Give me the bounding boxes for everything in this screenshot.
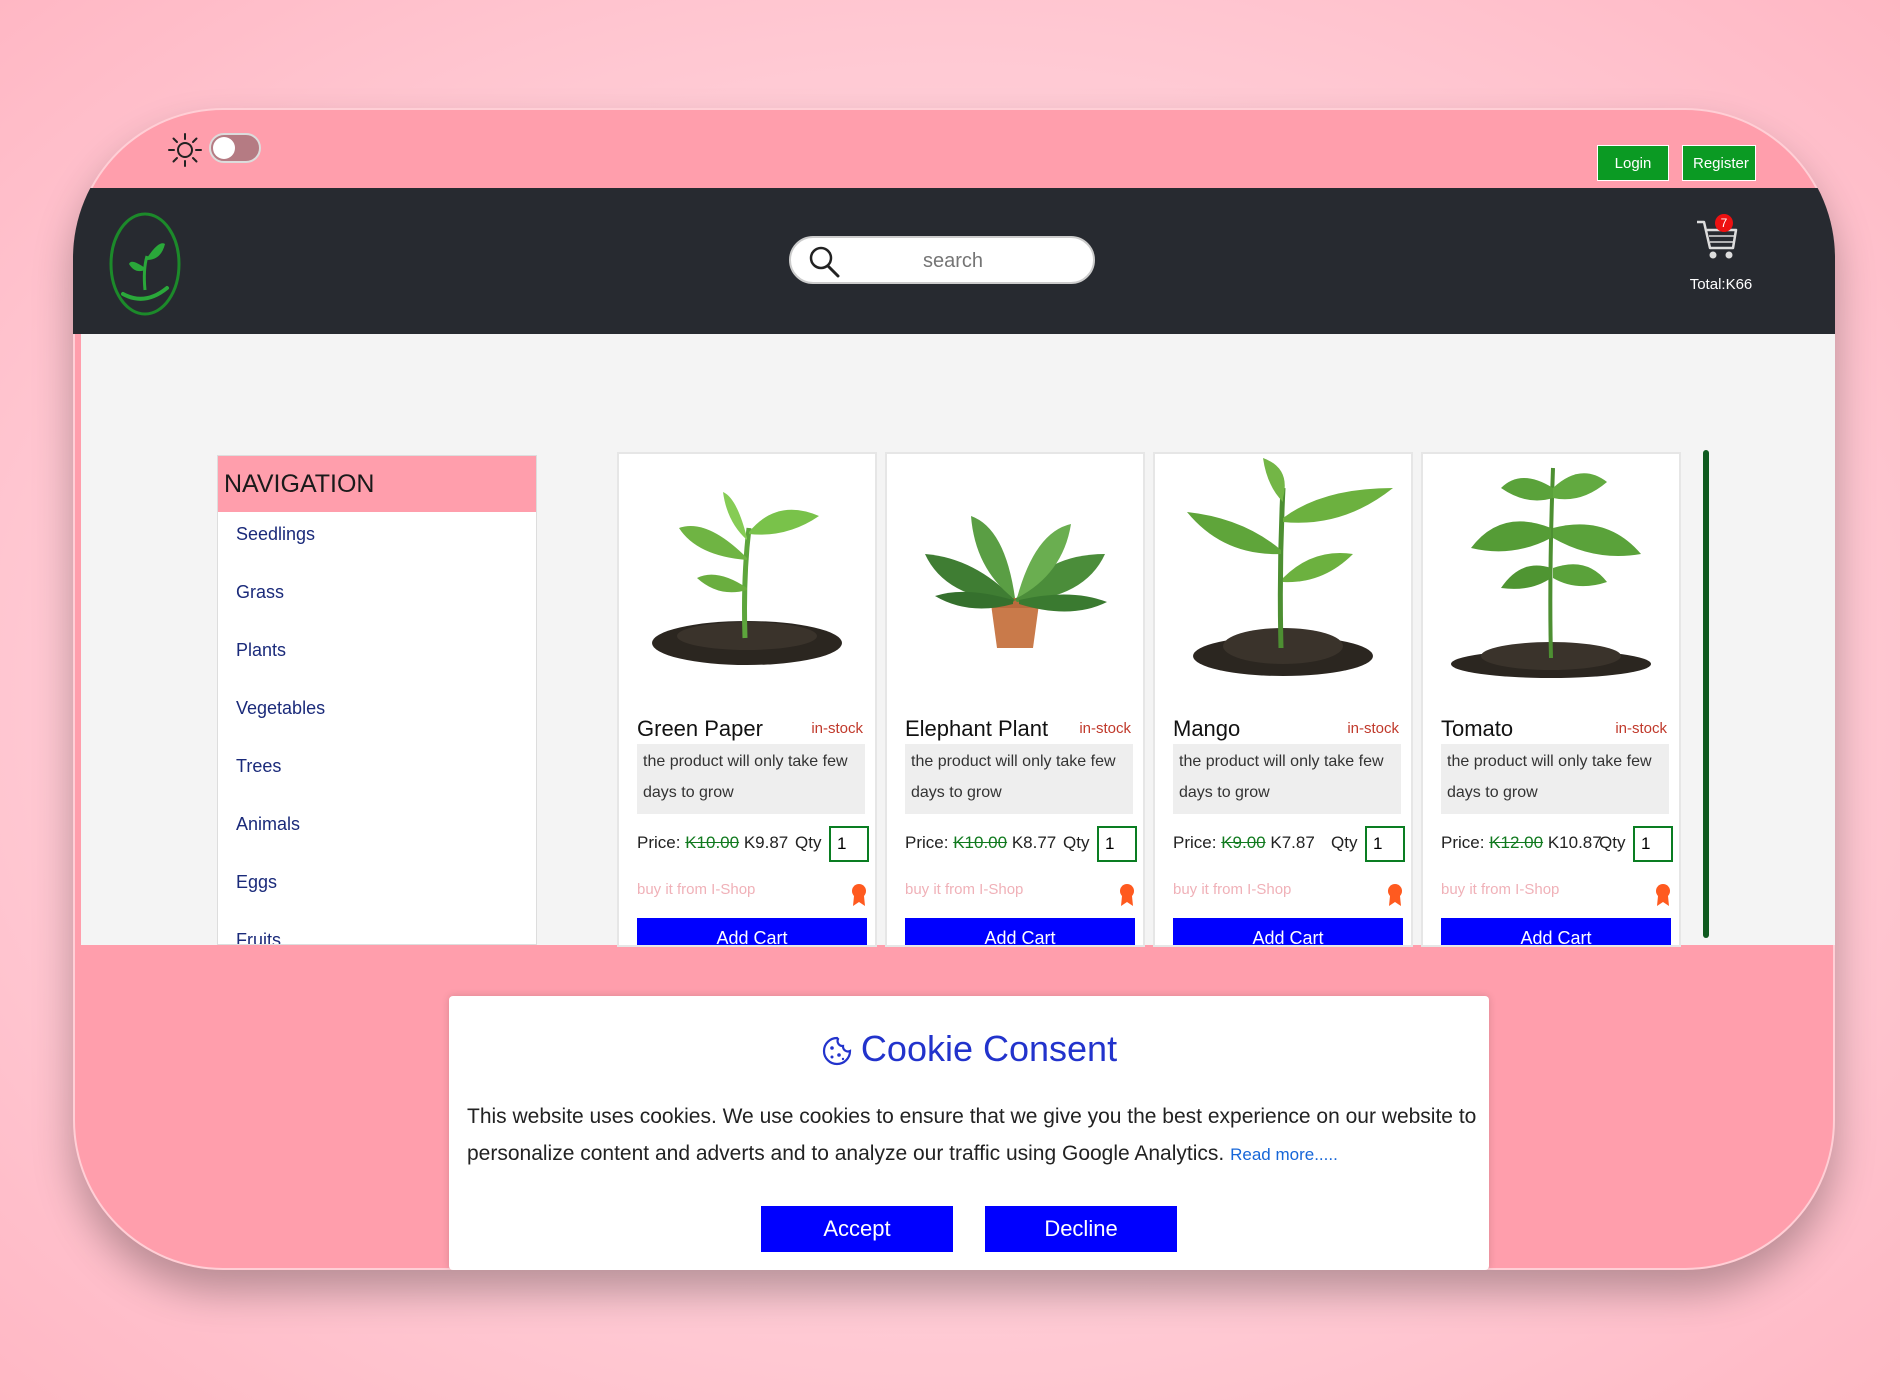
add-cart-button[interactable]: Add Cart	[1173, 918, 1403, 945]
nav-item-trees[interactable]: Trees	[218, 744, 536, 802]
nav-item-animals[interactable]: Animals	[218, 802, 536, 860]
current-price: K10.87	[1547, 833, 1602, 852]
add-cart-button[interactable]: Add Cart	[1441, 918, 1671, 945]
product-card: Green Paper in-stock the product will on…	[617, 452, 877, 947]
product-image-green-paper[interactable]	[627, 458, 867, 688]
navigation-title: NAVIGATION	[218, 456, 536, 512]
qty-label: Qty	[795, 833, 822, 852]
accept-button[interactable]: Accept	[761, 1206, 953, 1252]
nav-item-grass[interactable]: Grass	[218, 570, 536, 628]
product-name: Elephant Plant	[905, 716, 1049, 741]
product-price: Price: K10.00 K9.87	[637, 833, 788, 853]
buy-from-text: buy it from I-Shop	[1173, 881, 1292, 898]
header-bar: 7 Total:K66	[73, 188, 1835, 334]
qty-label: Qty	[1063, 833, 1090, 852]
register-button[interactable]: Register	[1682, 145, 1756, 181]
nav-item-eggs[interactable]: Eggs	[218, 860, 536, 918]
main-content: NAVIGATION Seedlings Grass Plants Vegeta…	[81, 334, 1835, 947]
current-price: K7.87	[1270, 833, 1315, 852]
product-card: Mango in-stock the product will only tak…	[1153, 452, 1413, 947]
product-price: Price: K10.00 K8.77	[905, 833, 1056, 853]
stock-status: in-stock	[1347, 720, 1399, 737]
sun-icon[interactable]	[167, 132, 203, 168]
product-image-mango[interactable]	[1163, 458, 1403, 688]
award-badge-icon	[1388, 884, 1402, 906]
product-price: Price: K9.00 K7.87	[1173, 833, 1315, 853]
cookie-title-text: Cookie Consent	[860, 1028, 1118, 1069]
login-button[interactable]: Login	[1597, 145, 1669, 181]
qty-input[interactable]	[1097, 826, 1137, 862]
cookie-title: Cookie Consent	[449, 1028, 1489, 1070]
nav-item-fruits[interactable]: Fruits	[218, 918, 536, 944]
buy-from-text: buy it from I-Shop	[637, 881, 756, 898]
product-name: Mango	[1173, 716, 1241, 741]
stock-status: in-stock	[1615, 720, 1667, 737]
product-name: Green Paper	[637, 716, 763, 741]
buy-from-text: buy it from I-Shop	[905, 881, 1024, 898]
scrollbar[interactable]	[1703, 450, 1709, 938]
logo[interactable]	[107, 210, 183, 320]
current-price: K9.87	[743, 833, 789, 852]
cookie-message: This website uses cookies. We use cookie…	[467, 1098, 1477, 1173]
award-badge-icon	[1120, 884, 1134, 906]
search-input[interactable]	[851, 244, 1055, 278]
qty-label: Qty	[1599, 833, 1626, 852]
old-price: K10.00	[685, 833, 740, 852]
product-image-elephant-plant[interactable]	[895, 458, 1135, 688]
cookie-icon	[822, 1036, 852, 1066]
stock-status: in-stock	[811, 720, 863, 737]
award-badge-icon	[1656, 884, 1670, 906]
cookie-consent-dialog: Cookie Consent This website uses cookies…	[449, 996, 1489, 1270]
old-price: K10.00	[953, 833, 1008, 852]
read-more-link[interactable]: Read more.....	[1230, 1145, 1338, 1164]
product-description: the product will only take few days to g…	[637, 744, 865, 814]
search-icon[interactable]	[807, 244, 841, 278]
old-price: K9.00	[1221, 833, 1266, 852]
product-card: Tomato in-stock the product will only ta…	[1421, 452, 1681, 947]
toggle-knob	[213, 137, 235, 159]
theme-toggle[interactable]	[209, 133, 261, 163]
product-price: Price: K12.00 K10.87	[1441, 833, 1602, 853]
product-image-tomato[interactable]	[1431, 458, 1671, 688]
buy-from-text: buy it from I-Shop	[1441, 881, 1560, 898]
search-bar[interactable]	[789, 236, 1095, 284]
nav-item-vegetables[interactable]: Vegetables	[218, 686, 536, 744]
price-label: Price:	[637, 833, 681, 852]
cart-count-badge: 7	[1715, 214, 1733, 232]
nav-item-seedlings[interactable]: Seedlings	[218, 512, 536, 570]
product-name: Tomato	[1441, 716, 1514, 741]
stock-status: in-stock	[1079, 720, 1131, 737]
product-description: the product will only take few days to g…	[1173, 744, 1401, 814]
add-cart-button[interactable]: Add Cart	[637, 918, 867, 945]
current-price: K8.77	[1011, 833, 1057, 852]
product-description: the product will only take few days to g…	[1441, 744, 1669, 814]
price-label: Price:	[905, 833, 949, 852]
price-label: Price:	[1441, 833, 1485, 852]
add-cart-button[interactable]: Add Cart	[905, 918, 1135, 945]
app-window: Login Register 7 Total:K66	[73, 108, 1835, 1270]
qty-label: Qty	[1331, 833, 1358, 852]
product-card: Elephant Plant in-stock the product will…	[885, 452, 1145, 947]
nav-item-plants[interactable]: Plants	[218, 628, 536, 686]
old-price: K12.00	[1489, 833, 1544, 852]
product-description: the product will only take few days to g…	[905, 744, 1133, 814]
qty-input[interactable]	[1365, 826, 1405, 862]
decline-button[interactable]: Decline	[985, 1206, 1177, 1252]
qty-input[interactable]	[829, 826, 869, 862]
award-badge-icon	[852, 884, 866, 906]
qty-input[interactable]	[1633, 826, 1673, 862]
navigation-panel: NAVIGATION Seedlings Grass Plants Vegeta…	[217, 455, 537, 945]
price-label: Price:	[1173, 833, 1217, 852]
cart-total: Total:K66	[1689, 276, 1753, 293]
top-bar: Login Register	[73, 108, 1835, 188]
